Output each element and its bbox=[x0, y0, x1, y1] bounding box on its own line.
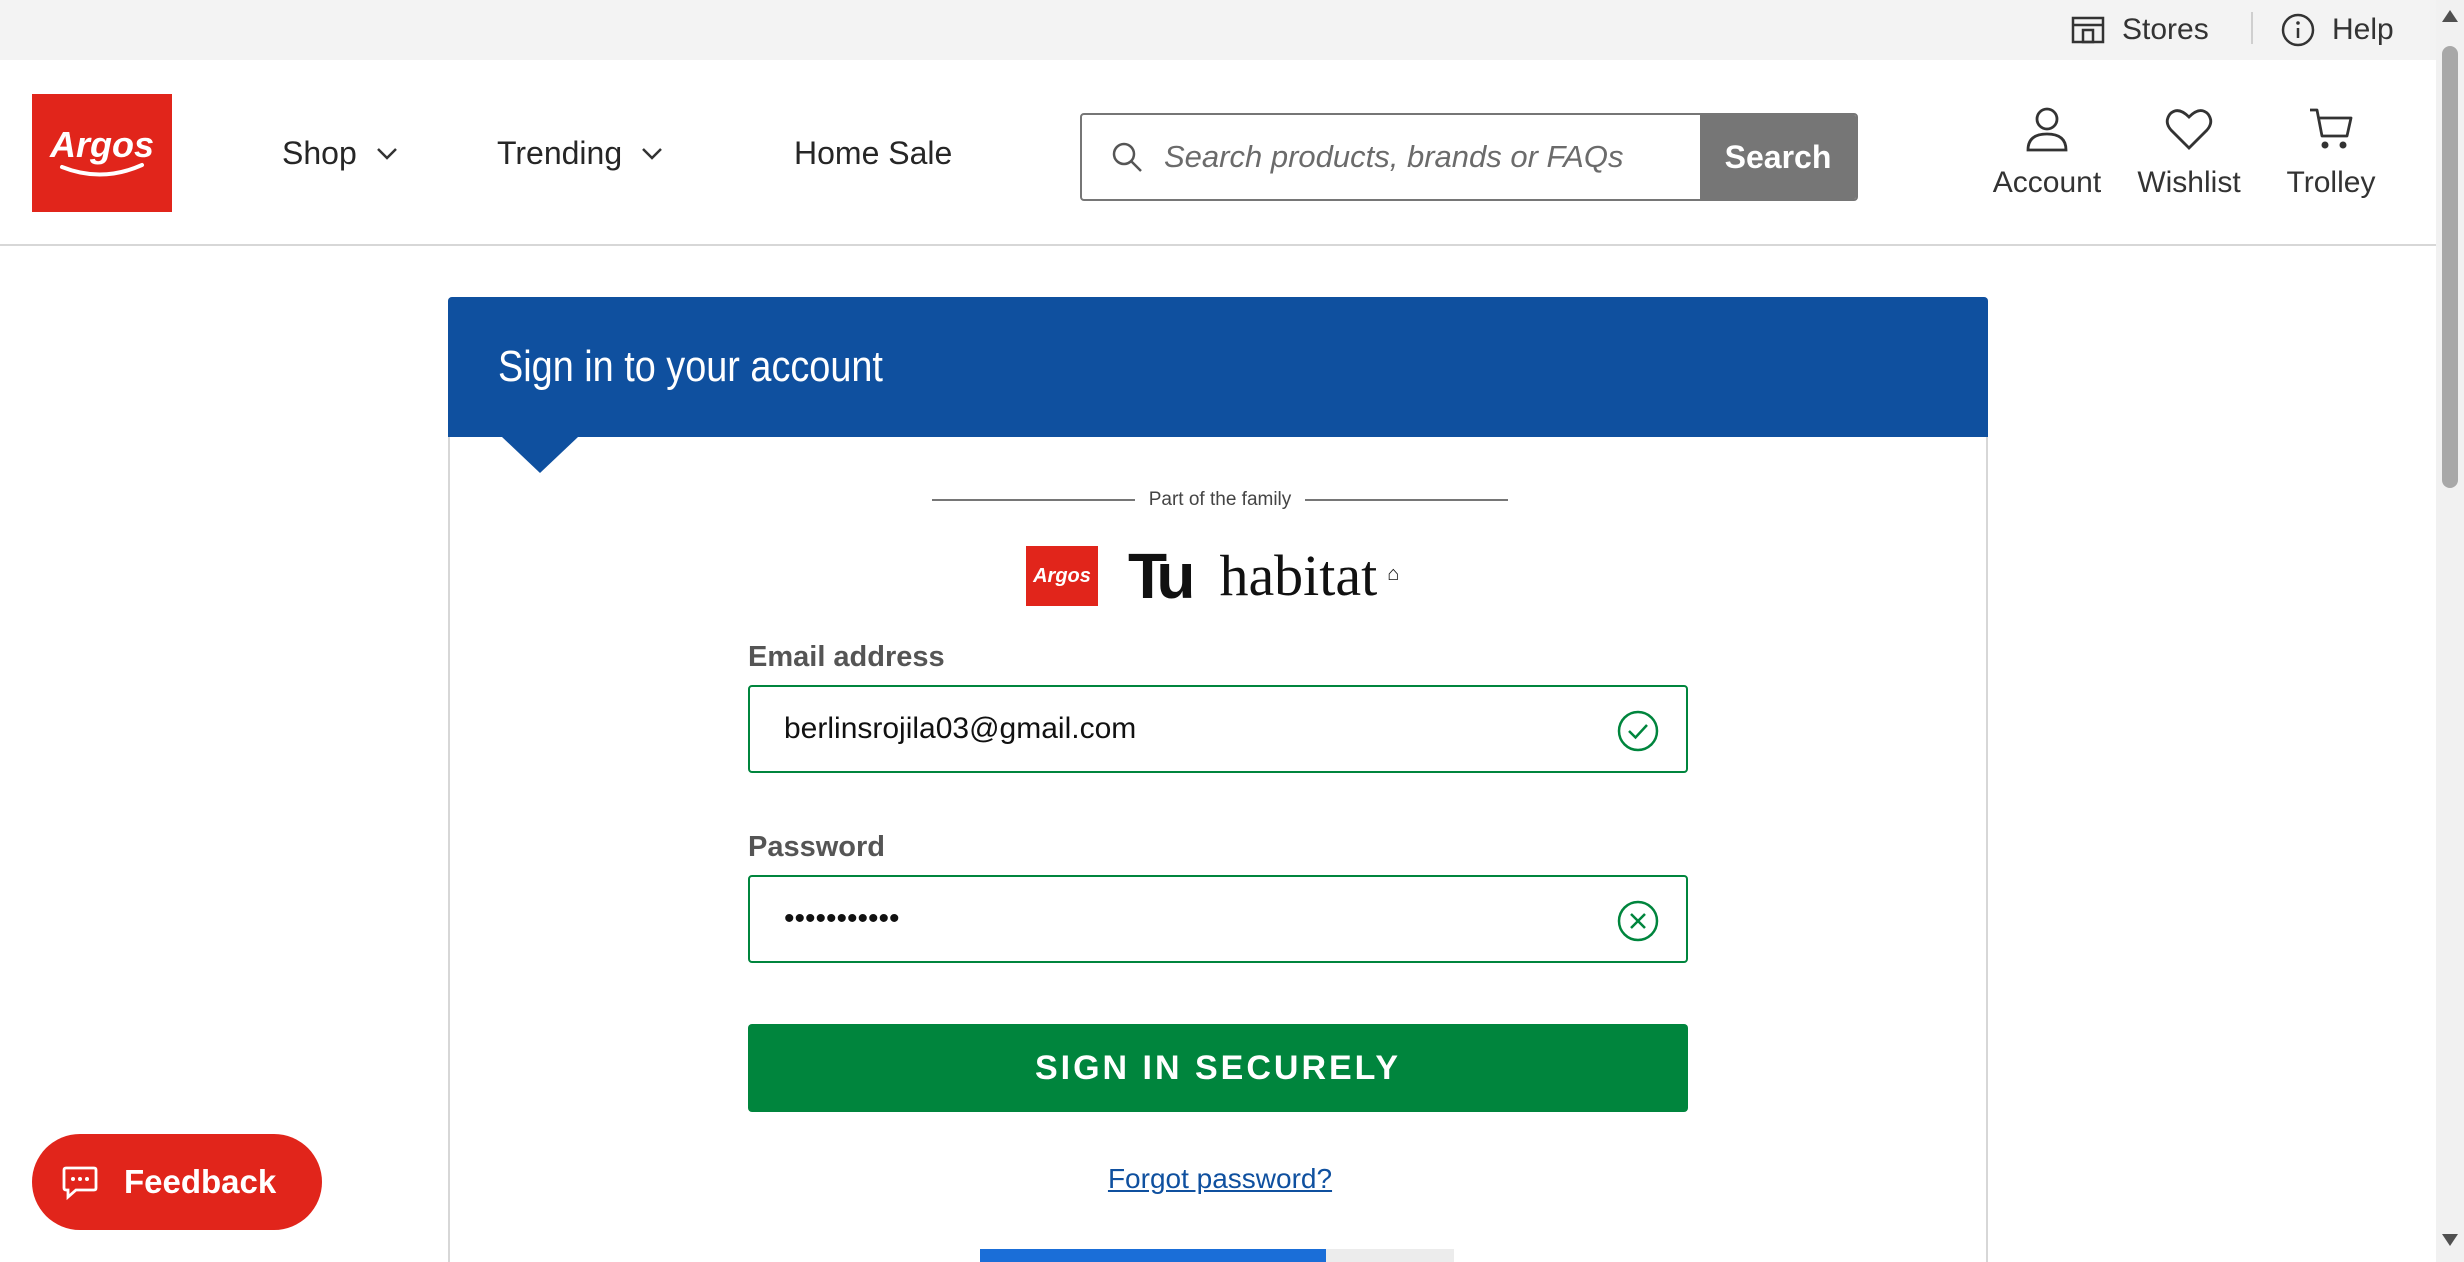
feedback-label: Feedback bbox=[124, 1163, 277, 1200]
password-label: Password bbox=[748, 831, 885, 863]
trolley-link[interactable]: Trolley bbox=[2261, 104, 2401, 200]
nav-shop[interactable]: Shop bbox=[282, 60, 401, 246]
heart-icon bbox=[2165, 109, 2213, 150]
password-input[interactable] bbox=[784, 902, 1564, 936]
forgot-password-label[interactable]: Forgot password? bbox=[1108, 1163, 1332, 1194]
email-input[interactable] bbox=[784, 712, 1564, 746]
stores-label: Stores bbox=[2122, 13, 2209, 46]
utility-bar: Stores Help bbox=[0, 0, 2436, 60]
svg-text:Argos: Argos bbox=[49, 124, 154, 165]
account-link[interactable]: Account bbox=[1977, 104, 2117, 200]
feedback-button[interactable]: Feedback bbox=[32, 1134, 322, 1230]
sign-in-button[interactable]: SIGN IN SECURELY bbox=[748, 1024, 1688, 1112]
store-icon bbox=[2071, 16, 2105, 44]
wishlist-link[interactable]: Wishlist bbox=[2119, 104, 2259, 200]
email-field bbox=[748, 685, 1688, 773]
password-field bbox=[748, 875, 1688, 963]
search-button[interactable]: Search bbox=[1700, 115, 1856, 199]
signin-card: Sign in to your account Part of the fami… bbox=[448, 297, 1988, 1262]
habitat-mark-icon: ⌂ bbox=[1387, 563, 1400, 585]
tu-brand-logo: Tu bbox=[1128, 540, 1195, 612]
stores-link[interactable]: Stores bbox=[2070, 0, 2209, 60]
scroll-up-arrow[interactable] bbox=[2442, 10, 2458, 22]
search-field bbox=[1082, 115, 1700, 199]
chevron-down-icon bbox=[376, 148, 397, 160]
wishlist-label: Wishlist bbox=[2137, 166, 2241, 199]
forgot-password-link: Forgot password? bbox=[450, 1163, 1990, 1195]
divider-line bbox=[932, 499, 1135, 501]
cart-icon bbox=[2310, 108, 2353, 149]
nav-trending[interactable]: Trending bbox=[497, 60, 666, 246]
trolley-label: Trolley bbox=[2286, 166, 2376, 199]
header-notch bbox=[502, 437, 578, 473]
user-icon bbox=[2026, 107, 2068, 152]
argos-logo[interactable]: Argos bbox=[32, 94, 172, 212]
scroll-thumb[interactable] bbox=[2442, 46, 2458, 488]
check-circle-icon bbox=[1617, 710, 1659, 752]
argos-logo-mark: Argos bbox=[49, 124, 154, 177]
search-bar: Search bbox=[1080, 113, 1858, 201]
divider-line bbox=[1305, 499, 1508, 501]
nav-home-sale[interactable]: Home Sale bbox=[794, 60, 952, 246]
help-link[interactable]: Help bbox=[2280, 0, 2394, 60]
brand-logos: Argos Tu habitat ⌂ bbox=[1026, 540, 1400, 612]
chevron-down-icon bbox=[642, 148, 662, 160]
argos-brand-logo: Argos bbox=[1026, 546, 1098, 606]
signin-card-header: Sign in to your account bbox=[448, 297, 1988, 437]
search-input[interactable] bbox=[1164, 139, 1624, 175]
family-label: Part of the family bbox=[1148, 489, 1292, 510]
help-label: Help bbox=[2332, 13, 2394, 46]
nav-shop-label: Shop bbox=[282, 134, 357, 171]
page-scrollbar[interactable] bbox=[2436, 0, 2464, 1262]
utility-divider bbox=[2251, 12, 2253, 44]
nav-home-sale-label: Home Sale bbox=[794, 134, 953, 171]
family-divider: Part of the family bbox=[932, 489, 1508, 511]
clear-icon[interactable] bbox=[1616, 899, 1660, 943]
info-icon bbox=[2281, 13, 2315, 47]
scroll-down-arrow[interactable] bbox=[2442, 1234, 2458, 1246]
account-label: Account bbox=[1992, 166, 2102, 199]
page-title: Sign in to your account bbox=[498, 342, 883, 391]
create-account-tab[interactable] bbox=[980, 1249, 1326, 1262]
site-header: Argos Shop Trending Home Sale Search Acc… bbox=[0, 60, 2436, 246]
email-label: Email address bbox=[748, 641, 945, 673]
secondary-tab[interactable] bbox=[1326, 1249, 1454, 1262]
chat-icon bbox=[62, 1166, 98, 1201]
habitat-brand-logo: habitat ⌂ bbox=[1219, 543, 1400, 608]
search-icon bbox=[1112, 142, 1142, 172]
nav-trending-label: Trending bbox=[497, 134, 623, 171]
